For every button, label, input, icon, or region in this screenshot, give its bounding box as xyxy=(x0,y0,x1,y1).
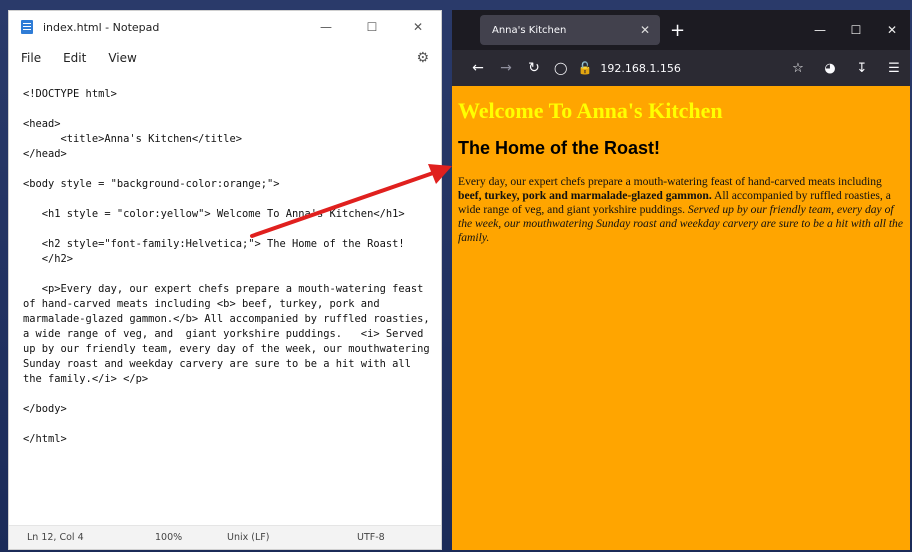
close-button[interactable]: ✕ xyxy=(395,11,441,43)
code-line: <p>Every day, our expert chefs prepare a… xyxy=(23,283,424,295)
browser-tabbar: Anna's Kitchen ✕ + — ☐ ✕ xyxy=(452,10,910,50)
code-line: <!DOCTYPE html> xyxy=(23,88,117,100)
status-line-ending: Unix (LF) xyxy=(227,532,270,543)
bookmark-star-icon[interactable]: ☆ xyxy=(782,61,814,76)
shield-icon[interactable]: ◯ xyxy=(554,61,567,75)
code-line: a wide range of veg, and giant yorkshire… xyxy=(23,328,424,340)
notepad-statusbar: Ln 12, Col 4 100% Unix (LF) UTF-8 xyxy=(9,525,441,549)
menu-file[interactable]: File xyxy=(21,51,41,65)
browser-minimize-button[interactable]: — xyxy=(802,14,838,46)
code-line: <body style = "background-color:orange;"… xyxy=(23,178,280,190)
notepad-text-area[interactable]: <!DOCTYPE html> <head> <title>Anna's Kit… xyxy=(23,87,431,521)
code-line: </body> xyxy=(23,403,67,415)
code-line: of hand-carved meats including <b> beef,… xyxy=(23,298,380,310)
insecure-lock-icon[interactable]: 🔓 xyxy=(577,61,592,75)
url-bar[interactable]: ◯ 🔓 192.168.1.156 xyxy=(554,61,681,75)
browser-tab[interactable]: Anna's Kitchen ✕ xyxy=(480,15,660,45)
code-line: </head> xyxy=(23,148,67,160)
notepad-menubar: File Edit View ⚙ xyxy=(9,43,441,73)
status-zoom: 100% xyxy=(155,532,183,543)
page-paragraph: Every day, our expert chefs prepare a mo… xyxy=(458,175,904,245)
new-tab-icon[interactable]: + xyxy=(670,20,685,41)
code-line: </html> xyxy=(23,433,67,445)
back-arrow-icon[interactable]: ← xyxy=(464,60,492,76)
pocket-icon[interactable]: ◕ xyxy=(814,61,846,76)
browser-maximize-button[interactable]: ☐ xyxy=(838,14,874,46)
menu-view[interactable]: View xyxy=(108,51,136,65)
status-encoding: UTF-8 xyxy=(357,532,385,543)
forward-arrow-icon[interactable]: → xyxy=(492,60,520,76)
settings-gear-icon[interactable]: ⚙ xyxy=(416,50,429,66)
status-cursor-position: Ln 12, Col 4 xyxy=(27,532,84,543)
notepad-window: index.html - Notepad — ☐ ✕ File Edit Vie… xyxy=(8,10,442,550)
code-line: <h2 style="font-family:Helvetica;"> The … xyxy=(23,238,405,250)
code-line: <title>Anna's Kitchen</title> xyxy=(23,133,242,145)
browser-close-button[interactable]: ✕ xyxy=(874,14,910,46)
code-line: marmalade-glazed gammon.</b> All accompa… xyxy=(23,313,430,325)
downloads-icon[interactable]: ↧ xyxy=(846,61,878,76)
code-line: the family.</i> </p> xyxy=(23,373,149,385)
notepad-app-icon xyxy=(21,20,33,34)
web-page-content: Welcome To Anna's Kitchen The Home of th… xyxy=(452,86,910,550)
code-line: Sunday roast and weekday carvery are sur… xyxy=(23,358,411,370)
code-line: <h1 style = "color:yellow"> Welcome To A… xyxy=(23,208,405,220)
menu-edit[interactable]: Edit xyxy=(63,51,86,65)
notepad-titlebar[interactable]: index.html - Notepad — ☐ ✕ xyxy=(9,11,441,43)
paragraph-intro: Every day, our expert chefs prepare a mo… xyxy=(458,175,882,188)
maximize-button[interactable]: ☐ xyxy=(349,11,395,43)
notepad-title: index.html - Notepad xyxy=(43,20,160,34)
url-text: 192.168.1.156 xyxy=(600,61,681,75)
reload-icon[interactable]: ↻ xyxy=(520,60,548,76)
browser-window: Anna's Kitchen ✕ + — ☐ ✕ ← → ↻ ◯ 🔓 192.1… xyxy=(452,10,910,550)
minimize-button[interactable]: — xyxy=(303,11,349,43)
page-subheading: The Home of the Roast! xyxy=(458,138,661,158)
browser-navbar: ← → ↻ ◯ 🔓 192.168.1.156 ☆ ◕ ↧ ☰ xyxy=(452,50,910,86)
code-line: </h2> xyxy=(23,253,74,265)
paragraph-bold: beef, turkey, pork and marmalade-glazed … xyxy=(458,189,712,202)
page-heading: Welcome To Anna's Kitchen xyxy=(458,98,723,123)
code-line: up by our friendly team, every day of th… xyxy=(23,343,430,355)
code-line: <head> xyxy=(23,118,61,130)
tab-title: Anna's Kitchen xyxy=(492,24,567,36)
tab-close-icon[interactable]: ✕ xyxy=(640,23,660,37)
menu-hamburger-icon[interactable]: ☰ xyxy=(878,61,910,76)
